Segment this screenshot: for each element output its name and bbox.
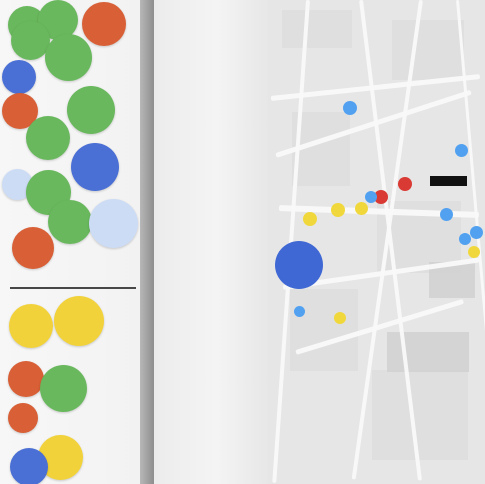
blue-sticker bbox=[10, 448, 48, 484]
photo-scene bbox=[0, 0, 485, 484]
orange-sticker bbox=[82, 2, 126, 46]
blue-sticker bbox=[71, 143, 119, 191]
board-divider bbox=[10, 287, 136, 289]
map-marker-light-blue bbox=[343, 101, 357, 115]
map-label-box bbox=[430, 176, 467, 186]
map-block bbox=[282, 10, 352, 48]
map-marker-red bbox=[398, 177, 412, 191]
green-sticker bbox=[26, 116, 70, 160]
map-marker-light-blue bbox=[365, 191, 377, 203]
map-marker-light-blue bbox=[470, 226, 483, 239]
map-marker-yellow bbox=[303, 212, 317, 226]
map-marker-yellow bbox=[468, 246, 480, 258]
green-sticker bbox=[67, 86, 115, 134]
yellow-sticker bbox=[54, 296, 104, 346]
map-marker-yellow bbox=[334, 312, 346, 324]
orange-sticker bbox=[12, 227, 54, 269]
blue-sticker bbox=[2, 60, 36, 94]
map-marker-light-blue bbox=[459, 233, 471, 245]
orange-sticker bbox=[8, 361, 44, 397]
board-edge bbox=[140, 0, 154, 484]
map-block bbox=[372, 370, 468, 460]
green-sticker bbox=[45, 34, 92, 81]
light-blue-sticker bbox=[89, 199, 138, 248]
yellow-sticker bbox=[9, 304, 53, 348]
map-block bbox=[290, 289, 358, 371]
map-block bbox=[392, 20, 464, 80]
map-marker-yellow bbox=[331, 203, 345, 217]
map-marker-large-blue bbox=[275, 241, 323, 289]
map-marker-light-blue bbox=[294, 306, 305, 317]
orange-sticker bbox=[8, 403, 38, 433]
wall-background bbox=[154, 0, 268, 484]
green-sticker bbox=[40, 365, 87, 412]
map-marker-yellow bbox=[355, 202, 368, 215]
map-park bbox=[387, 332, 469, 372]
map-marker-light-blue bbox=[440, 208, 453, 221]
green-sticker bbox=[48, 200, 92, 244]
map-marker-light-blue bbox=[455, 144, 468, 157]
